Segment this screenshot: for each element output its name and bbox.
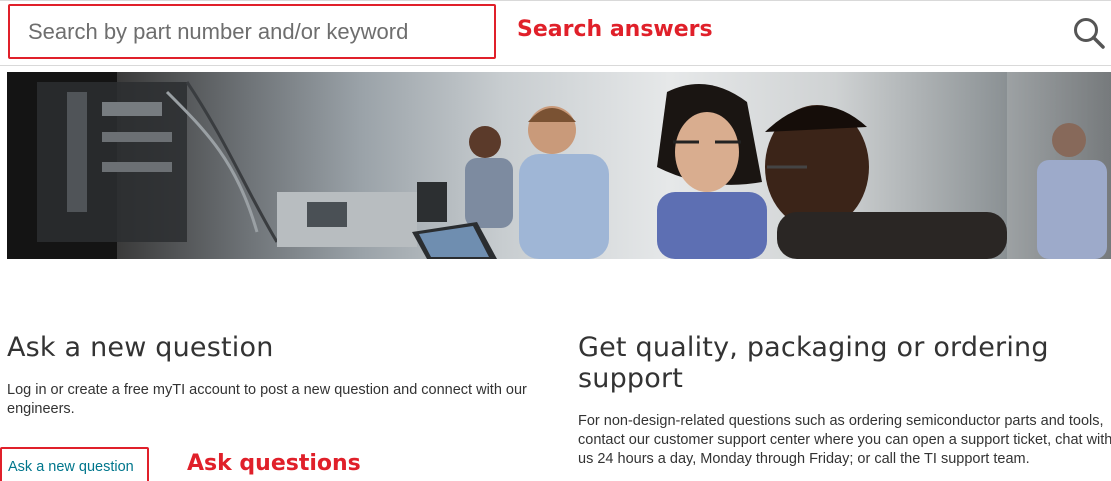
search-answers-annotation: Search answers [517, 17, 713, 42]
search-input[interactable] [8, 4, 496, 59]
ask-question-section: Ask a new question Log in or create a fr… [7, 332, 552, 419]
support-description: For non-design-related questions such as… [578, 413, 1111, 467]
ask-questions-annotation: Ask questions [187, 451, 361, 476]
support-section: Get quality, packaging or ordering suppo… [578, 332, 1111, 469]
search-icon[interactable] [1071, 15, 1107, 51]
hero-photo-illustration [7, 72, 1111, 259]
ask-new-question-link[interactable]: Ask a new question [8, 459, 134, 475]
ask-question-heading: Ask a new question [7, 332, 274, 363]
support-heading: Get quality, packaging or ordering suppo… [578, 332, 1049, 394]
search-bar: Search answers [0, 0, 1111, 66]
ask-question-description: Log in or create a free myTI account to … [7, 382, 527, 417]
page: Search answers [0, 0, 1111, 481]
hero-image [7, 72, 1111, 259]
